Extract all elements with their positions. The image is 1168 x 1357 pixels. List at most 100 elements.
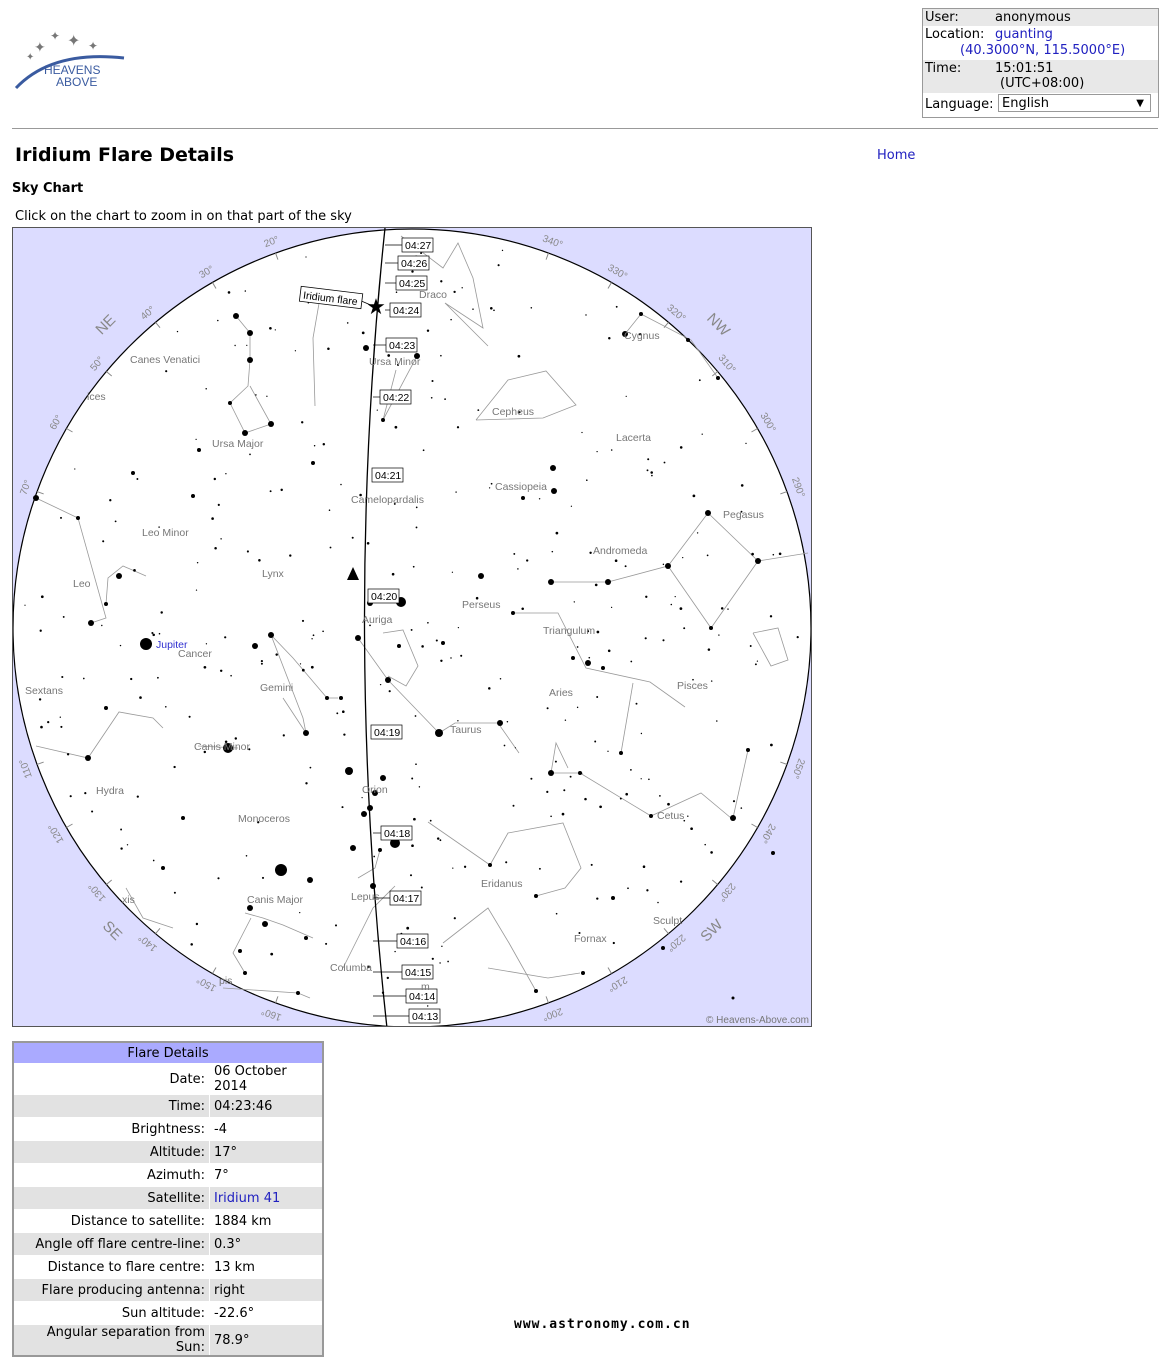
detail-value: 0.3° xyxy=(209,1232,324,1256)
faint-star xyxy=(322,443,326,446)
faint-star xyxy=(710,680,713,682)
faint-star xyxy=(60,725,63,728)
heavens-above-logo[interactable]: ✦ ✦ ✦ ✦ ✦ HEAVENS ABOVE xyxy=(12,28,142,98)
faint-star xyxy=(642,865,646,868)
faint-star xyxy=(596,450,598,453)
constellation-label: Canis Major xyxy=(247,894,304,906)
star xyxy=(350,845,356,851)
faint-star xyxy=(164,705,167,708)
faint-star xyxy=(261,876,265,879)
faint-star xyxy=(420,252,423,255)
faint-star xyxy=(569,775,572,778)
detail-value: 17° xyxy=(209,1140,324,1164)
constellation-label: Taurus xyxy=(450,724,482,736)
page-title: Iridium Flare Details xyxy=(15,144,235,166)
faint-star xyxy=(650,471,653,474)
faint-star xyxy=(328,509,331,511)
faint-star xyxy=(415,506,418,509)
faint-star xyxy=(555,531,559,535)
faint-star xyxy=(745,442,747,445)
faint-star xyxy=(546,707,549,710)
azimuth-tick-label: 300° xyxy=(758,411,778,434)
faint-star xyxy=(84,792,87,795)
faint-star xyxy=(740,807,743,809)
faint-star xyxy=(662,639,665,642)
constellation-label: Lynx xyxy=(262,568,285,580)
faint-star xyxy=(217,319,219,322)
home-link[interactable]: Home xyxy=(877,148,915,163)
star xyxy=(228,401,232,405)
user-value: anonymous xyxy=(995,10,1071,25)
faint-star xyxy=(219,669,223,673)
star xyxy=(385,677,391,683)
faint-star xyxy=(727,608,729,610)
star xyxy=(104,706,108,710)
star xyxy=(304,936,308,940)
faint-star xyxy=(244,290,247,292)
faint-star xyxy=(521,607,524,610)
faint-star xyxy=(188,715,191,718)
faint-star xyxy=(497,264,500,267)
faint-star xyxy=(386,976,389,980)
star xyxy=(238,949,242,953)
azimuth-tick-label: 70° xyxy=(19,479,35,497)
location-link[interactable]: guanting xyxy=(995,27,1053,42)
faint-star xyxy=(460,654,463,657)
faint-star xyxy=(310,665,314,669)
constellation-label: Canis Minor xyxy=(194,741,251,753)
faint-star xyxy=(440,659,443,662)
time-label: Time: xyxy=(925,61,962,76)
detail-key: Sun altitude: xyxy=(12,1301,210,1325)
azimuth-tick-label: 250° xyxy=(789,757,806,780)
faint-star xyxy=(109,499,112,502)
star xyxy=(370,883,376,889)
constellation-label: Triangulum xyxy=(543,625,595,637)
faint-star xyxy=(647,458,650,461)
star xyxy=(296,991,300,995)
direction-label: NW xyxy=(703,310,733,340)
faint-star xyxy=(430,396,433,399)
time-label: 04:20 xyxy=(371,591,397,603)
faint-star xyxy=(260,660,263,663)
sky-chart[interactable]: 20° 30° 40° 50° 60° 70° 110° 120° 130° 140° 150° 16… xyxy=(12,227,812,1027)
faint-star xyxy=(610,449,613,451)
svg-text:✦: ✦ xyxy=(67,33,80,50)
detail-key: Time: xyxy=(12,1094,210,1118)
constellation-label: Cygnus xyxy=(624,330,660,342)
faint-star xyxy=(234,737,238,740)
detail-value: -4 xyxy=(209,1117,324,1141)
faint-star xyxy=(796,636,799,639)
faint-star xyxy=(246,344,248,347)
faint-star xyxy=(409,874,413,877)
star xyxy=(76,516,80,520)
star xyxy=(639,312,643,316)
star xyxy=(104,602,108,606)
detail-value[interactable]: Iridium 41 xyxy=(209,1186,324,1210)
faint-star xyxy=(205,387,207,390)
faint-star xyxy=(698,379,701,382)
faint-star xyxy=(645,595,648,598)
faint-star xyxy=(503,744,506,747)
faint-star xyxy=(294,350,297,352)
faint-star xyxy=(61,675,64,679)
faint-star xyxy=(590,863,593,866)
faint-star xyxy=(299,911,301,914)
star xyxy=(247,357,253,363)
faint-star xyxy=(756,660,759,662)
faint-star xyxy=(740,484,744,487)
faint-star xyxy=(662,563,665,566)
detail-key: Satellite: xyxy=(12,1186,210,1210)
faint-star xyxy=(343,733,346,736)
table-row: Angular separation from Sun: 78.9° xyxy=(12,1324,324,1357)
faint-star xyxy=(490,307,493,310)
faint-star xyxy=(190,943,193,946)
faint-star xyxy=(196,561,199,564)
faint-star xyxy=(102,540,105,543)
faint-star xyxy=(436,837,440,840)
faint-star xyxy=(91,810,94,813)
language-select[interactable]: English ▼ xyxy=(998,94,1151,112)
faint-star xyxy=(388,690,391,693)
faint-star xyxy=(101,624,103,627)
faint-star xyxy=(596,897,599,900)
faint-star xyxy=(439,962,441,964)
